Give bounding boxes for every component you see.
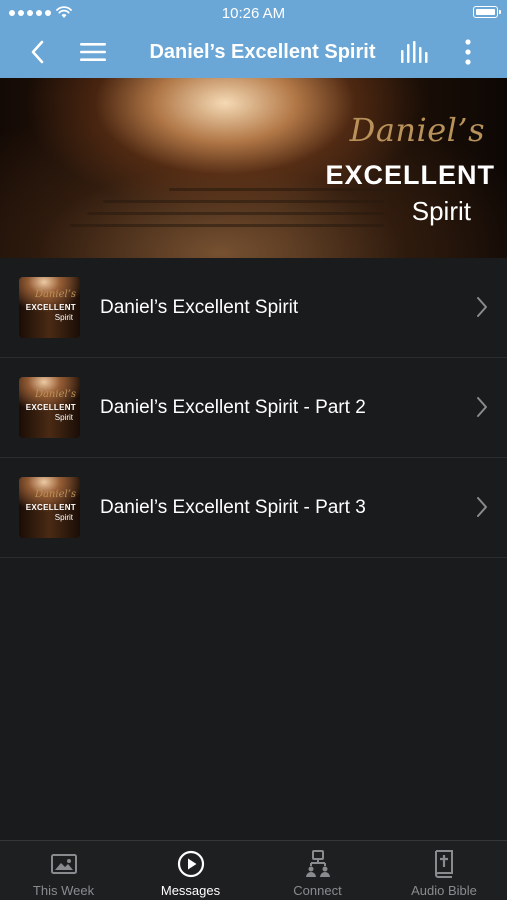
hamburger-menu-icon <box>80 43 106 61</box>
tab-messages[interactable]: Messages <box>127 841 254 900</box>
more-options-button[interactable] <box>455 26 481 78</box>
tab-bar: This Week Messages Connect Audio Bible <box>0 840 507 900</box>
thumbnail-script-text: Daniel’s <box>34 389 76 400</box>
tab-label: This Week <box>32 883 95 898</box>
list-item-message-1[interactable]: Daniel’s EXCELLENT Spirit Daniel’s Excel… <box>0 258 507 358</box>
status-time: 10:26 AM <box>221 5 286 22</box>
image-icon <box>50 854 77 874</box>
series-banner: Daniel’s EXCELLENT Spirit <box>0 78 507 258</box>
app-screen: 10:26 AM Daniel’s Excellent Spirit Danie… <box>0 0 507 900</box>
message-thumbnail: Daniel’s EXCELLENT Spirit <box>19 277 80 338</box>
tab-label: Messages <box>160 883 221 898</box>
list-item-message-2[interactable]: Daniel’s EXCELLENT Spirit Daniel’s Excel… <box>0 358 507 458</box>
banner-sub-title: Spirit <box>411 196 471 226</box>
banner-script-title: Daniel’s <box>349 111 485 149</box>
tab-label: Audio Bible <box>411 883 477 898</box>
list-item-message-3[interactable]: Daniel’s EXCELLENT Spirit Daniel’s Excel… <box>0 458 507 558</box>
thumbnail-script-text: Daniel’s <box>34 489 76 500</box>
audio-button[interactable] <box>398 26 432 78</box>
back-chevron-icon <box>31 40 44 64</box>
page-title: Daniel’s Excellent Spirit <box>149 41 376 63</box>
more-vertical-icon <box>465 39 471 65</box>
status-bar: 10:26 AM <box>0 0 507 26</box>
banner-main-title: EXCELLENT <box>325 160 495 190</box>
menu-button[interactable] <box>76 26 110 78</box>
tab-this-week[interactable]: This Week <box>0 841 127 900</box>
message-list: Daniel’s EXCELLENT Spirit Daniel’s Excel… <box>0 258 507 558</box>
people-icon <box>305 850 330 877</box>
battery-icon <box>473 6 501 18</box>
message-title: Daniel’s Excellent Spirit <box>100 297 299 318</box>
tab-connect[interactable]: Connect <box>254 841 381 900</box>
bible-page-texture <box>70 188 400 236</box>
tab-label: Connect <box>293 883 342 898</box>
thumbnail-sub-text: Spirit <box>54 313 73 322</box>
equalizer-icon <box>401 41 428 63</box>
message-title: Daniel’s Excellent Spirit - Part 2 <box>100 397 366 418</box>
chevron-right-icon <box>477 297 487 317</box>
thumbnail-sub-text: Spirit <box>54 513 73 522</box>
message-title: Daniel’s Excellent Spirit - Part 3 <box>100 497 366 518</box>
thumbnail-sub-text: Spirit <box>54 413 73 422</box>
chevron-right-icon <box>477 497 487 517</box>
play-circle-icon <box>177 850 204 878</box>
thumbnail-script-text: Daniel’s <box>34 289 76 300</box>
tab-audio-bible[interactable]: Audio Bible <box>381 841 507 900</box>
thumbnail-main-text: EXCELLENT <box>25 303 76 312</box>
chevron-right-icon <box>477 397 487 417</box>
thumbnail-main-text: EXCELLENT <box>25 403 76 412</box>
message-thumbnail: Daniel’s EXCELLENT Spirit <box>19 377 80 438</box>
message-thumbnail: Daniel’s EXCELLENT Spirit <box>19 477 80 538</box>
bible-icon <box>435 850 453 878</box>
thumbnail-main-text: EXCELLENT <box>25 503 76 512</box>
back-button[interactable] <box>22 26 52 78</box>
nav-bar: Daniel’s Excellent Spirit <box>0 26 507 78</box>
